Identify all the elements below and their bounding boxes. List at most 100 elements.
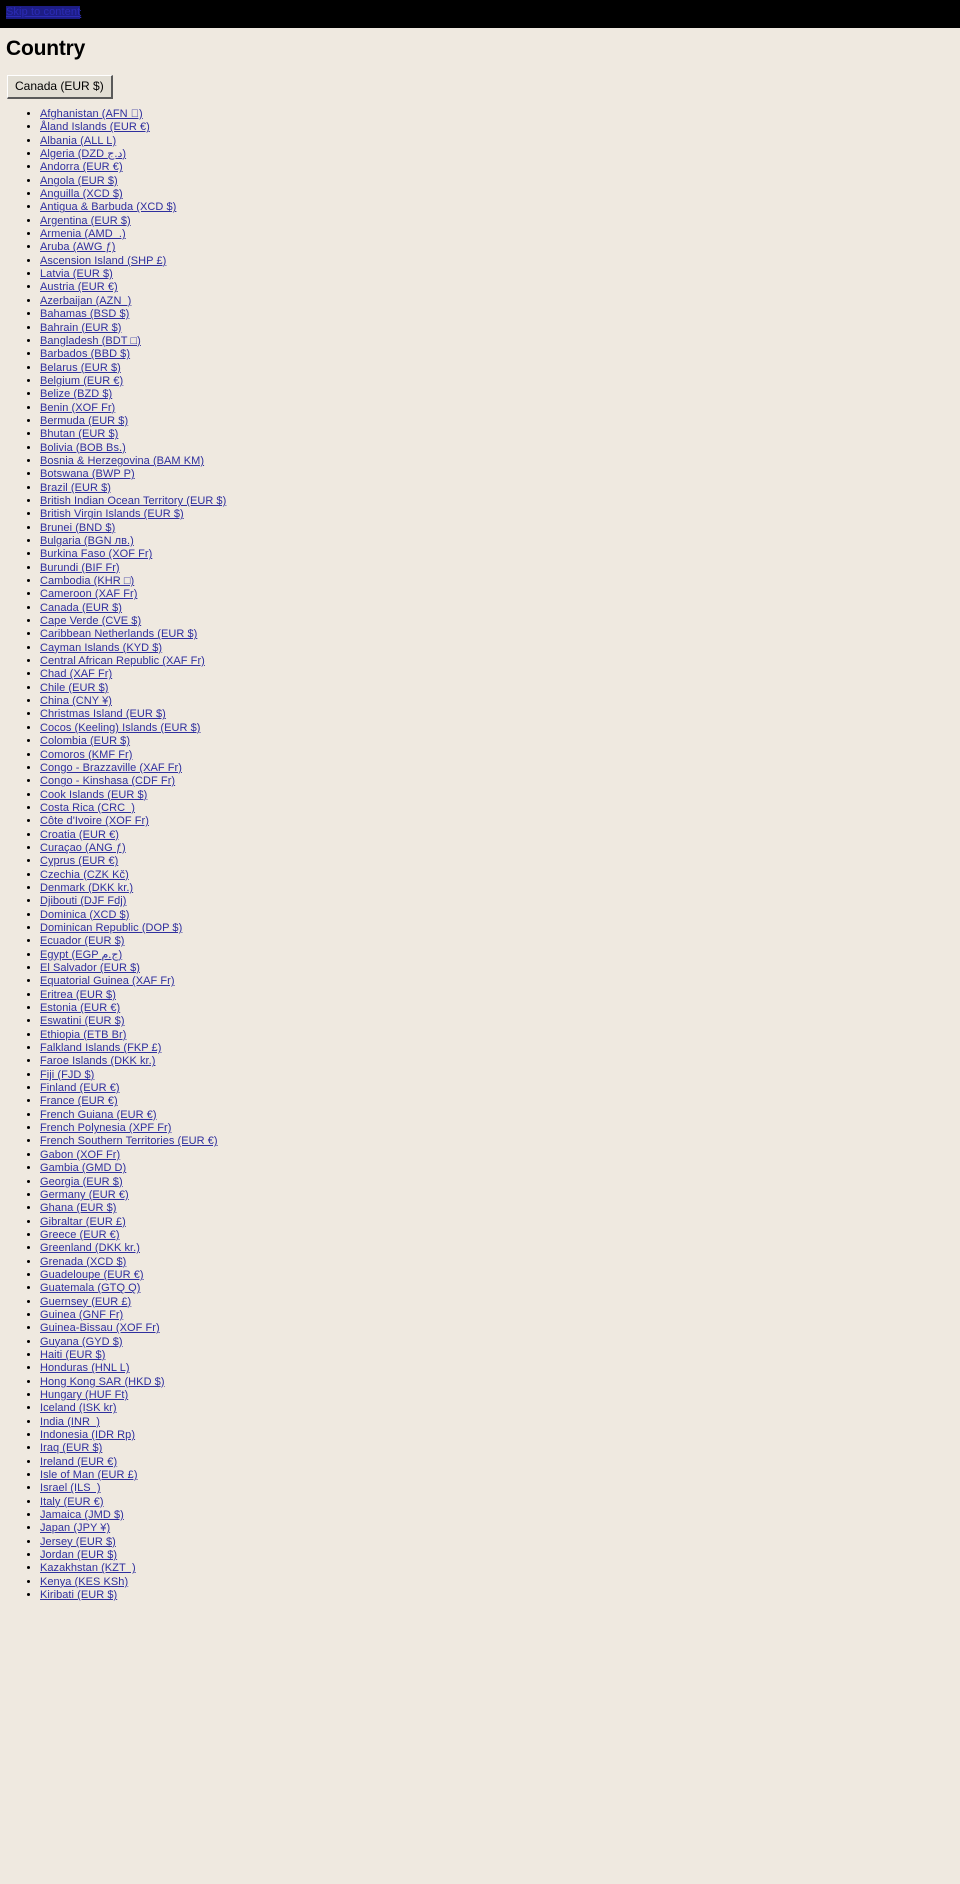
country-link[interactable]: Azerbaijan (AZN ) [40,295,131,307]
country-link[interactable]: Belarus (EUR $) [40,362,121,374]
country-link[interactable]: Albania (ALL L) [40,135,116,147]
country-link[interactable]: Bahrain (EUR $) [40,322,121,334]
country-link[interactable]: Egypt (EGP ج.م) [40,949,122,961]
country-link[interactable]: Antigua & Barbuda (XCD $) [40,201,176,213]
country-link[interactable]: Colombia (EUR $) [40,735,130,747]
country-link[interactable]: Estonia (EUR €) [40,1002,120,1014]
country-link[interactable]: China (CNY ¥) [40,695,112,707]
country-link[interactable]: Japan (JPY ¥) [40,1522,110,1534]
country-link[interactable]: El Salvador (EUR $) [40,962,140,974]
country-link[interactable]: Cook Islands (EUR $) [40,789,147,801]
country-link[interactable]: Hong Kong SAR (HKD $) [40,1376,165,1388]
country-link[interactable]: Burundi (BIF Fr) [40,562,120,574]
country-link[interactable]: Kenya (KES KSh) [40,1576,128,1588]
country-link[interactable]: Cape Verde (CVE $) [40,615,141,627]
country-link[interactable]: Curaçao (ANG ƒ) [40,842,126,854]
country-link[interactable]: Gabon (XOF Fr) [40,1149,120,1161]
country-link[interactable]: Guyana (GYD $) [40,1336,123,1348]
country-link[interactable]: Guadeloupe (EUR €) [40,1269,144,1281]
country-link[interactable]: Germany (EUR €) [40,1189,129,1201]
country-link[interactable]: Cocos (Keeling) Islands (EUR $) [40,722,201,734]
country-link[interactable]: Chile (EUR $) [40,682,109,694]
country-link[interactable]: Bhutan (EUR $) [40,428,118,440]
country-link[interactable]: Chad (XAF Fr) [40,668,112,680]
country-link[interactable]: Cameroon (XAF Fr) [40,588,137,600]
country-link[interactable]: Botswana (BWP P) [40,468,135,480]
country-link[interactable]: Gibraltar (EUR £) [40,1216,126,1228]
country-link[interactable]: French Southern Territories (EUR €) [40,1135,218,1147]
country-link[interactable]: Gambia (GMD D) [40,1162,126,1174]
country-link[interactable]: Djibouti (DJF Fdj) [40,895,126,907]
country-selector-button[interactable]: Canada (EUR $) [7,75,113,99]
country-link[interactable]: Haiti (EUR $) [40,1349,105,1361]
country-link[interactable]: Hungary (HUF Ft) [40,1389,128,1401]
country-link[interactable]: Åland Islands (EUR €) [40,121,150,133]
country-link[interactable]: Congo - Brazzaville (XAF Fr) [40,762,182,774]
country-link[interactable]: Georgia (EUR $) [40,1176,123,1188]
country-link[interactable]: Jordan (EUR $) [40,1549,117,1561]
country-link[interactable]: Bolivia (BOB Bs.) [40,442,126,454]
country-link[interactable]: Central African Republic (XAF Fr) [40,655,205,667]
country-link[interactable]: France (EUR €) [40,1095,118,1107]
country-link[interactable]: Grenada (XCD $) [40,1256,126,1268]
country-link[interactable]: Comoros (KMF Fr) [40,749,132,761]
country-link[interactable]: Isle of Man (EUR £) [40,1469,138,1481]
country-link[interactable]: Guinea-Bissau (XOF Fr) [40,1322,160,1334]
country-link[interactable]: Equatorial Guinea (XAF Fr) [40,975,175,987]
country-link[interactable]: Belize (BZD $) [40,388,112,400]
country-link[interactable]: Guatemala (GTQ Q) [40,1282,140,1294]
country-link[interactable]: Ethiopia (ETB Br) [40,1029,126,1041]
country-link[interactable]: Barbados (BBD $) [40,348,130,360]
country-link[interactable]: Bahamas (BSD $) [40,308,129,320]
country-link[interactable]: Afghanistan (AFN  ) [40,108,143,120]
country-link[interactable]: Cayman Islands (KYD $) [40,642,162,654]
country-link[interactable]: Eswatini (EUR $) [40,1015,125,1027]
country-link[interactable]: Italy (EUR €) [40,1496,104,1508]
country-link[interactable]: Dominican Republic (DOP $) [40,922,182,934]
country-link[interactable]: Indonesia (IDR Rp) [40,1429,135,1441]
country-link[interactable]: French Guiana (EUR €) [40,1109,157,1121]
country-link[interactable]: Brunei (BND $) [40,522,115,534]
country-link[interactable]: British Virgin Islands (EUR $) [40,508,184,520]
country-link[interactable]: Greece (EUR €) [40,1229,120,1241]
country-link[interactable]: Croatia (EUR €) [40,829,119,841]
country-link[interactable]: Caribbean Netherlands (EUR $) [40,628,197,640]
country-link[interactable]: Andorra (EUR €) [40,161,123,173]
country-link[interactable]: Israel (ILS ) [40,1482,101,1494]
country-link[interactable]: Bermuda (EUR $) [40,415,128,427]
country-link[interactable]: Burkina Faso (XOF Fr) [40,548,152,560]
country-link[interactable]: Falkland Islands (FKP £) [40,1042,161,1054]
country-link[interactable]: Côte d'Ivoire (XOF Fr) [40,815,149,827]
country-link[interactable]: Ireland (EUR €) [40,1456,117,1468]
country-link[interactable]: Austria (EUR €) [40,281,118,293]
country-link[interactable]: Kiribati (EUR $) [40,1589,117,1601]
country-link[interactable]: Ghana (EUR $) [40,1202,116,1214]
country-link[interactable]: Angola (EUR $) [40,175,118,187]
country-link[interactable]: Brazil (EUR $) [40,482,111,494]
country-link[interactable]: Guinea (GNF Fr) [40,1309,123,1321]
country-link[interactable]: Cyprus (EUR €) [40,855,118,867]
country-link[interactable]: British Indian Ocean Territory (EUR $) [40,495,226,507]
country-link[interactable]: Eritrea (EUR $) [40,989,116,1001]
country-link[interactable]: Canada (EUR $) [40,602,122,614]
country-link[interactable]: Argentina (EUR $) [40,215,131,227]
country-link[interactable]: Bangladesh (BDT □) [40,335,141,347]
country-link[interactable]: Cambodia (KHR □) [40,575,134,587]
country-link[interactable]: Greenland (DKK kr.) [40,1242,140,1254]
country-link[interactable]: Bulgaria (BGN лв.) [40,535,134,547]
country-link[interactable]: Ecuador (EUR $) [40,935,125,947]
country-link[interactable]: Armenia (AMD .) [40,228,126,240]
country-link[interactable]: Denmark (DKK kr.) [40,882,133,894]
country-link[interactable]: Anguilla (XCD $) [40,188,123,200]
country-link[interactable]: Bosnia & Herzegovina (BAM KM) [40,455,204,467]
country-link[interactable]: Congo - Kinshasa (CDF Fr) [40,775,175,787]
country-link[interactable]: Christmas Island (EUR $) [40,708,166,720]
country-link[interactable]: Faroe Islands (DKK kr.) [40,1055,155,1067]
country-link[interactable]: Fiji (FJD $) [40,1069,94,1081]
skip-to-content-link[interactable]: Skip to content [6,6,81,19]
country-link[interactable]: Jamaica (JMD $) [40,1509,124,1521]
country-link[interactable]: Finland (EUR €) [40,1082,120,1094]
country-link[interactable]: Iraq (EUR $) [40,1442,102,1454]
country-link[interactable]: Dominica (XCD $) [40,909,129,921]
country-link[interactable]: Honduras (HNL L) [40,1362,130,1374]
